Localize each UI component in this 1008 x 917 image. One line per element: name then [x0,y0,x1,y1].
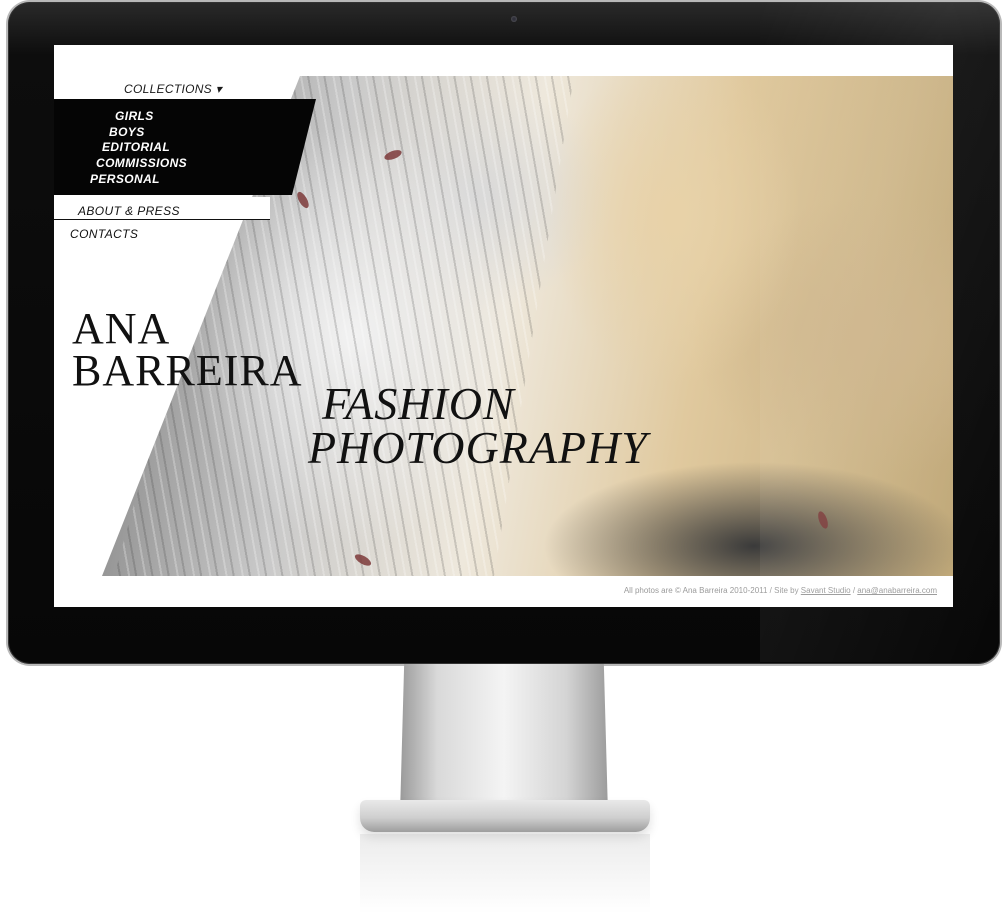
nav-item-boys[interactable]: BOYS [109,125,145,139]
footer-credits: All photos are © Ana Barreira 2010-2011 … [624,586,937,595]
stand-reflection [360,834,650,914]
website-screen: COLLECTIONS ▾ GIRLS BOYS EDITORIAL COMMI… [54,45,953,607]
monitor-stand [400,664,608,814]
nav-collections[interactable]: COLLECTIONS ▾ [124,82,222,96]
title-subtitle-line1: FASHION [322,378,515,429]
title-name-line1: ANA [72,304,171,353]
nav-item-girls[interactable]: GIRLS [115,109,154,123]
nav-contacts[interactable]: CONTACTS [70,227,138,241]
nav-item-personal[interactable]: PERSONAL [90,172,160,186]
footer-copyright: All photos are © Ana Barreira 2010-2011 … [623,586,801,595]
nav-item-editorial[interactable]: EDITORIAL [102,140,170,154]
monitor-stand-base [360,800,650,832]
footer-studio-link[interactable]: Savant Studio [801,586,851,595]
webcam-icon [511,16,517,22]
title-name-line2: BARREIRA [72,346,303,395]
petal-decoration [816,510,830,530]
nav-item-commissions[interactable]: COMMISSIONS [96,156,187,170]
nav-about-press[interactable]: ABOUT & PRESS [78,204,180,218]
footer-email-link[interactable]: ana@anabarreira.com [857,586,937,595]
title-subtitle-line2: PHOTOGRAPHY [308,422,648,473]
